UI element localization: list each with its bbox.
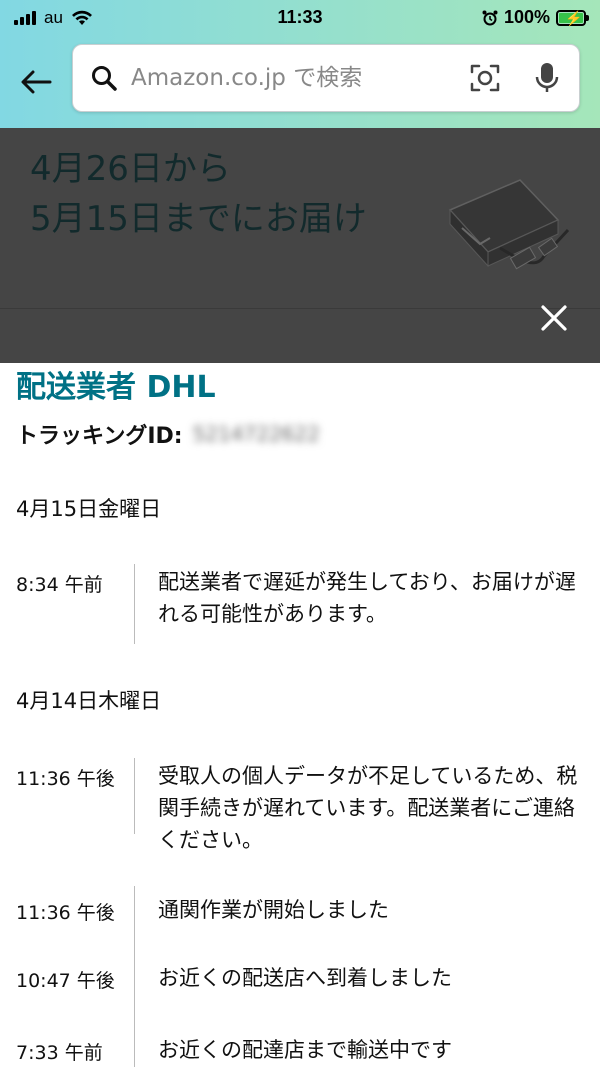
camera-search-icon[interactable] [465, 58, 505, 98]
tracking-id-row: トラッキングID: 5214722622 [16, 418, 320, 450]
event-text: お近くの配達店まで輸送中です [158, 1038, 452, 1062]
search-bar[interactable] [72, 44, 580, 112]
event-text: 受取人の個人データが不足しているため、税関手続きが遅れています。配送業者にご連絡… [158, 764, 578, 852]
app-header: au 11:33 100% ⚡ [0, 0, 600, 128]
event-time: 8:34 午前 [16, 574, 103, 596]
search-icon [87, 61, 121, 95]
tracking-id-value: 5214722622 [192, 422, 320, 446]
timeline-line [134, 758, 135, 834]
close-button[interactable] [536, 300, 572, 336]
event-time: 11:36 午後 [16, 768, 115, 790]
close-icon [541, 305, 567, 331]
delivery-estimate-panel: 4月26日から 5月15日までにお届け [0, 128, 600, 363]
event-time: 10:47 午後 [16, 970, 115, 992]
timeline-line [134, 1028, 135, 1067]
search-input[interactable] [131, 58, 465, 98]
battery-icon: ⚡ [556, 9, 589, 26]
event-time: 11:36 午後 [16, 902, 115, 924]
delivery-date-text: 4月26日から 5月15日までにお届け [30, 149, 367, 239]
battery-percent: 100% [503, 7, 550, 27]
timeline-line [134, 564, 135, 644]
back-button[interactable] [14, 60, 58, 104]
event-text: 通関作業が開始しました [158, 898, 389, 922]
status-bar: au 11:33 100% ⚡ [0, 0, 600, 36]
event-text: お近くの配送店へ到着しました [158, 966, 452, 990]
event-text: 配送業者で遅延が発生しており、お届けが遅れる可能性があります。 [158, 570, 576, 626]
microphone-icon[interactable] [529, 58, 565, 98]
status-right: 100% ⚡ [482, 7, 589, 28]
charging-bolt-icon: ⚡ [565, 9, 583, 26]
tracking-id-label: トラッキングID: [16, 424, 183, 449]
overlay-divider [0, 308, 600, 309]
carrier-heading: 配送業者 DHL [16, 370, 216, 405]
back-arrow-icon [21, 70, 52, 94]
day-header: 4月14日木曜日 [16, 689, 162, 713]
alarm-icon [482, 10, 498, 25]
product-image [448, 179, 570, 270]
event-time: 7:33 午前 [16, 1042, 103, 1064]
day-header: 4月15日金曜日 [16, 497, 162, 521]
